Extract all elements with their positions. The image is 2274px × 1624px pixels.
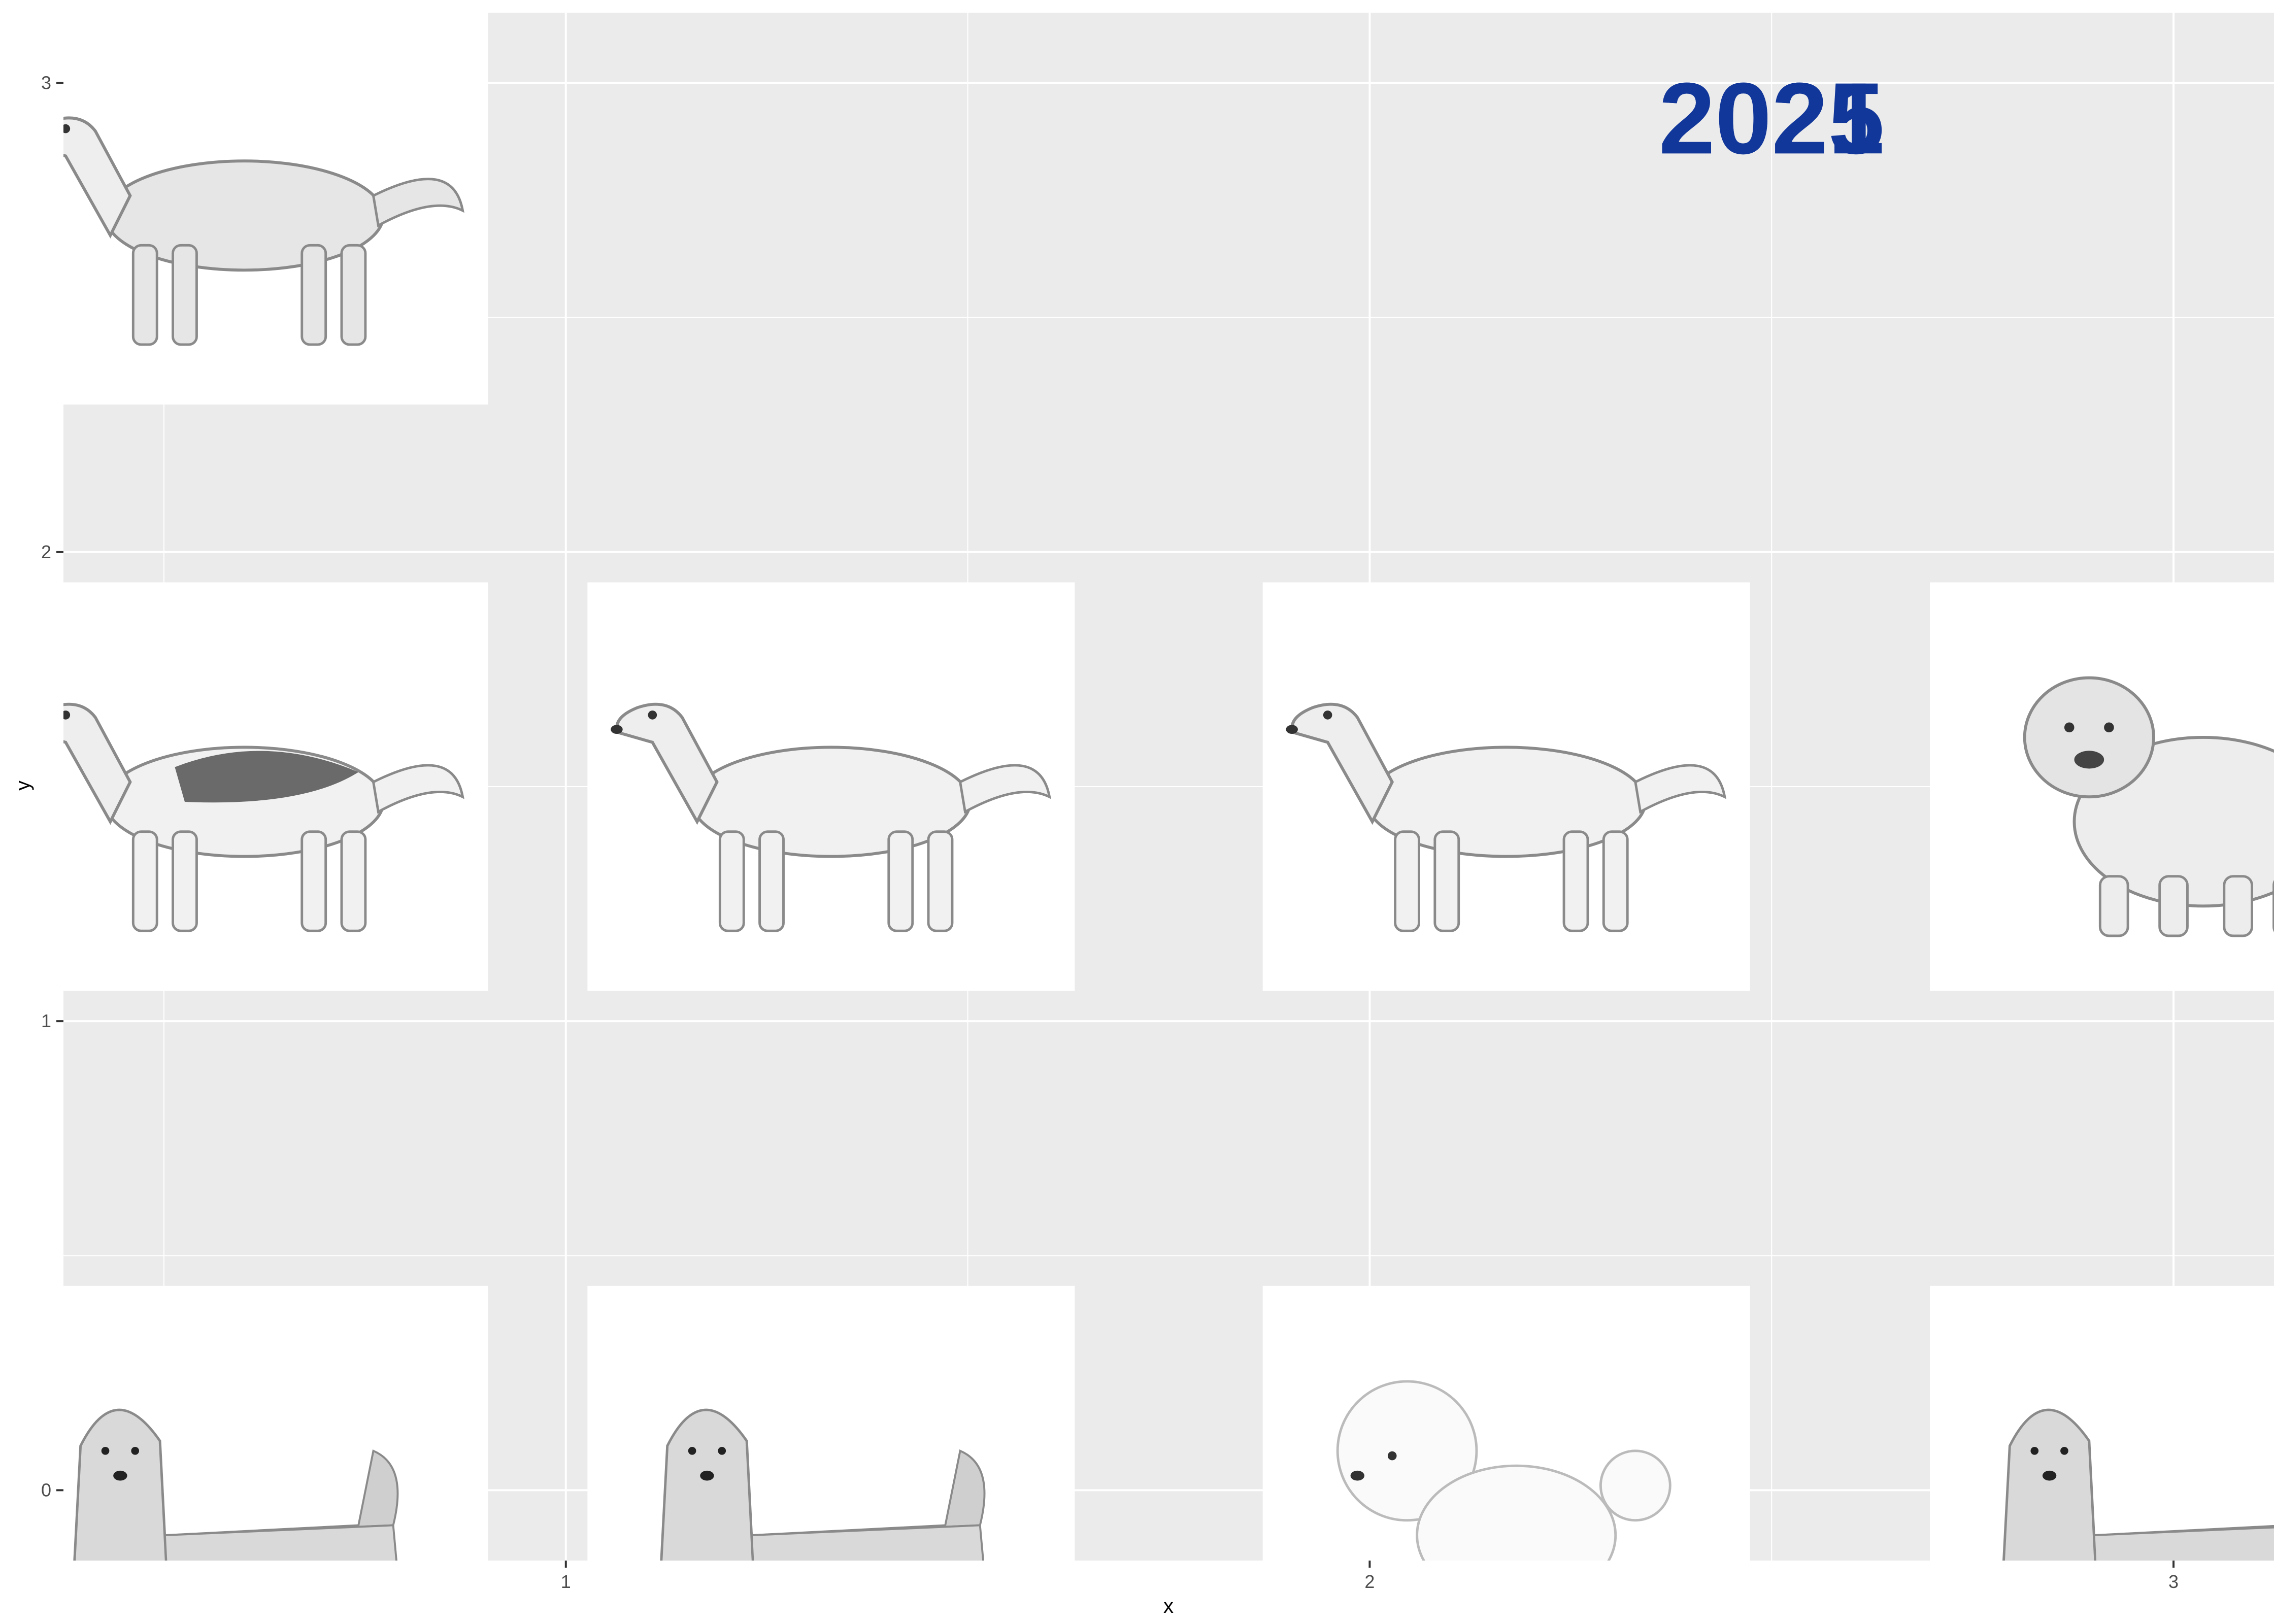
y-tick-label: 2 [41, 542, 51, 562]
x-axis-title: x [1163, 1595, 1174, 1617]
year-label-overlay: 2025 [1659, 62, 1885, 175]
y-axis-title: y [12, 781, 34, 791]
x-tick-label: 1 [561, 1571, 571, 1592]
golden-retriever-icon [587, 582, 1075, 991]
y-tick-label: 3 [41, 73, 51, 93]
y-tick-label: 0 [41, 1479, 51, 1500]
year-annotation: 20212025 [1659, 62, 1885, 175]
german-shepherd-icon [63, 582, 488, 991]
bulldog-icon [1930, 582, 2274, 991]
dog-breed-chart: 20212025 1 2 3 0 1 2 3 x y [0, 0, 2274, 1624]
labrador-icon [63, 13, 488, 405]
golden-retriever-icon [1262, 582, 1750, 991]
y-tick-label: 1 [41, 1010, 51, 1031]
x-tick-label: 2 [1364, 1571, 1375, 1592]
x-tick-label: 3 [2168, 1571, 2179, 1592]
